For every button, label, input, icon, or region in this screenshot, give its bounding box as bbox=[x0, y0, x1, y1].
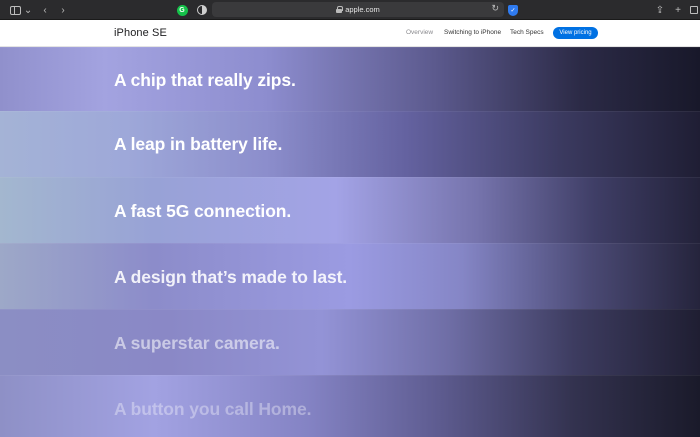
url-text: apple.com bbox=[345, 5, 380, 14]
product-title[interactable]: iPhone SE bbox=[114, 27, 167, 39]
shield-half-icon[interactable] bbox=[196, 3, 208, 17]
feature-band-design: A design that’s made to last. bbox=[0, 243, 700, 309]
product-nav: iPhone SE Overview Switching to iPhone T… bbox=[0, 20, 700, 47]
browser-toolbar: ⌄ ‹ › G apple.com ↻ ✓ ⇪ + bbox=[0, 0, 700, 20]
nav-switching-to-iphone[interactable]: Switching to iPhone bbox=[444, 29, 501, 36]
address-bar[interactable]: apple.com ↻ bbox=[212, 2, 504, 17]
feature-band-camera: A superstar camera. bbox=[0, 309, 700, 375]
feature-band-battery: A leap in battery life. bbox=[0, 111, 700, 177]
chevron-down-icon[interactable]: ⌄ bbox=[24, 3, 32, 17]
nav-overview[interactable]: Overview bbox=[406, 29, 433, 36]
back-arrow-icon[interactable]: ‹ bbox=[40, 3, 50, 17]
forward-arrow-icon[interactable]: › bbox=[58, 3, 68, 17]
new-tab-icon[interactable]: + bbox=[673, 3, 683, 17]
feature-band-home-button: A button you call Home. bbox=[0, 375, 700, 437]
view-pricing-button[interactable]: View pricing bbox=[553, 27, 598, 39]
feature-headline: A button you call Home. bbox=[114, 399, 312, 419]
feature-headline: A superstar camera. bbox=[114, 333, 280, 353]
sidebar-icon[interactable] bbox=[9, 3, 21, 17]
feature-list: A chip that really zips. A leap in batte… bbox=[0, 47, 700, 437]
lock-icon bbox=[336, 6, 344, 13]
feature-band-chip: A chip that really zips. bbox=[0, 47, 700, 111]
share-icon[interactable]: ⇪ bbox=[655, 3, 665, 17]
feature-band-5g: A fast 5G connection. bbox=[0, 177, 700, 243]
extension-shield-icon[interactable]: ✓ bbox=[507, 3, 519, 17]
feature-headline: A leap in battery life. bbox=[114, 134, 283, 154]
grammarly-icon[interactable]: G bbox=[176, 3, 188, 17]
feature-headline: A fast 5G connection. bbox=[114, 201, 292, 221]
tab-overview-icon[interactable] bbox=[689, 3, 699, 17]
nav-tech-specs[interactable]: Tech Specs bbox=[510, 29, 544, 36]
feature-headline: A design that’s made to last. bbox=[114, 267, 348, 287]
feature-headline: A chip that really zips. bbox=[114, 70, 296, 90]
reload-icon[interactable]: ↻ bbox=[491, 3, 499, 14]
